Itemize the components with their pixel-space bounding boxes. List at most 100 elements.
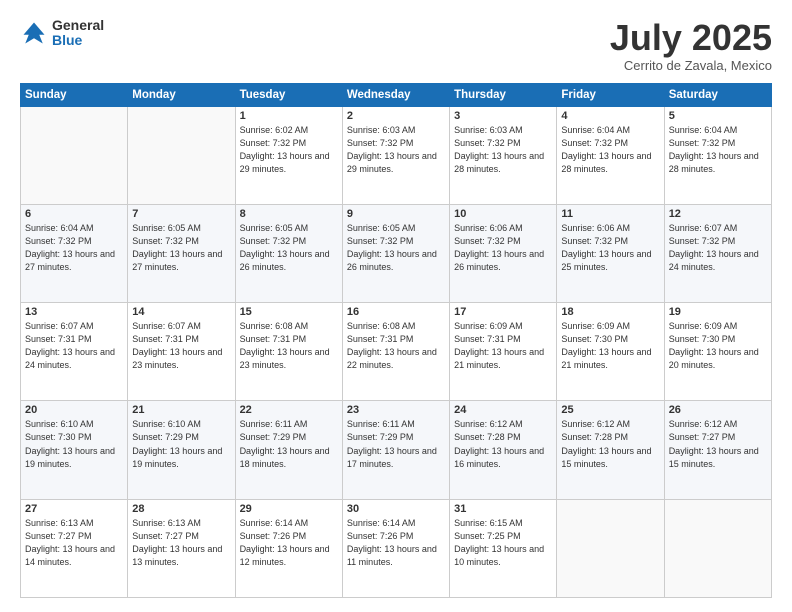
table-row: 3 Sunrise: 6:03 AMSunset: 7:32 PMDaylight… (450, 106, 557, 204)
table-row: 30 Sunrise: 6:14 AMSunset: 7:26 PMDayligh… (342, 499, 449, 597)
day-number: 20 (25, 404, 123, 416)
day-info: Sunrise: 6:05 AMSunset: 7:32 PMDaylight:… (240, 222, 338, 274)
table-row: 1 Sunrise: 6:02 AMSunset: 7:32 PMDaylight… (235, 106, 342, 204)
table-row: 21 Sunrise: 6:10 AMSunset: 7:29 PMDayligh… (128, 401, 235, 499)
logo-icon (20, 19, 48, 47)
day-info: Sunrise: 6:06 AMSunset: 7:32 PMDaylight:… (454, 222, 552, 274)
day-info: Sunrise: 6:05 AMSunset: 7:32 PMDaylight:… (347, 222, 445, 274)
day-info: Sunrise: 6:08 AMSunset: 7:31 PMDaylight:… (240, 320, 338, 372)
day-number: 28 (132, 503, 230, 515)
table-row: 6 Sunrise: 6:04 AMSunset: 7:32 PMDaylight… (21, 204, 128, 302)
day-number: 7 (132, 208, 230, 220)
table-row: 25 Sunrise: 6:12 AMSunset: 7:28 PMDayligh… (557, 401, 664, 499)
table-row: 5 Sunrise: 6:04 AMSunset: 7:32 PMDaylight… (664, 106, 771, 204)
day-info: Sunrise: 6:03 AMSunset: 7:32 PMDaylight:… (454, 124, 552, 176)
day-number: 16 (347, 306, 445, 318)
day-info: Sunrise: 6:09 AMSunset: 7:30 PMDaylight:… (561, 320, 659, 372)
day-number: 4 (561, 110, 659, 122)
day-number: 5 (669, 110, 767, 122)
day-number: 6 (25, 208, 123, 220)
day-info: Sunrise: 6:04 AMSunset: 7:32 PMDaylight:… (561, 124, 659, 176)
table-row: 19Sunrise: 6:09 AMSunset: 7:30 PMDayligh… (664, 303, 771, 401)
table-row: 7 Sunrise: 6:05 AMSunset: 7:32 PMDaylight… (128, 204, 235, 302)
month-title: July 2025 (610, 18, 772, 58)
header-tuesday: Tuesday (235, 83, 342, 106)
table-row: 13Sunrise: 6:07 AMSunset: 7:31 PMDayligh… (21, 303, 128, 401)
title-block: July 2025 Cerrito de Zavala, Mexico (610, 18, 772, 73)
header-thursday: Thursday (450, 83, 557, 106)
table-row: 29Sunrise: 6:14 AMSunset: 7:26 PMDayligh… (235, 499, 342, 597)
day-info: Sunrise: 6:04 AMSunset: 7:32 PMDaylight:… (25, 222, 123, 274)
day-info: Sunrise: 6:12 AMSunset: 7:28 PMDaylight:… (454, 418, 552, 470)
table-row: 9Sunrise: 6:05 AMSunset: 7:32 PMDaylight… (342, 204, 449, 302)
day-number: 2 (347, 110, 445, 122)
day-number: 12 (669, 208, 767, 220)
page: General Blue July 2025 Cerrito de Zavala… (0, 0, 792, 612)
day-number: 1 (240, 110, 338, 122)
calendar-week-row: 20 Sunrise: 6:10 AMSunset: 7:30 PMDayligh… (21, 401, 772, 499)
day-number: 10 (454, 208, 552, 220)
table-row: 23Sunrise: 6:11 AMSunset: 7:29 PMDayligh… (342, 401, 449, 499)
calendar-week-row: 27 Sunrise: 6:13 AMSunset: 7:27 PMDayligh… (21, 499, 772, 597)
day-number: 29 (240, 503, 338, 515)
day-number: 19 (669, 306, 767, 318)
table-row: 16 Sunrise: 6:08 AMSunset: 7:31 PMDayligh… (342, 303, 449, 401)
day-info: Sunrise: 6:07 AMSunset: 7:31 PMDaylight:… (132, 320, 230, 372)
day-number: 27 (25, 503, 123, 515)
table-row: 14Sunrise: 6:07 AMSunset: 7:31 PMDayligh… (128, 303, 235, 401)
day-number: 24 (454, 404, 552, 416)
day-number: 21 (132, 404, 230, 416)
day-info: Sunrise: 6:10 AMSunset: 7:29 PMDaylight:… (132, 418, 230, 470)
table-row: 2Sunrise: 6:03 AMSunset: 7:32 PMDaylight… (342, 106, 449, 204)
logo-general: General (52, 18, 104, 33)
table-row: 31Sunrise: 6:15 AMSunset: 7:25 PMDayligh… (450, 499, 557, 597)
logo-blue: Blue (52, 33, 104, 48)
day-number: 22 (240, 404, 338, 416)
day-number: 18 (561, 306, 659, 318)
day-info: Sunrise: 6:12 AMSunset: 7:27 PMDaylight:… (669, 418, 767, 470)
day-number: 17 (454, 306, 552, 318)
header-friday: Friday (557, 83, 664, 106)
day-info: Sunrise: 6:07 AMSunset: 7:32 PMDaylight:… (669, 222, 767, 274)
day-number: 31 (454, 503, 552, 515)
header-sunday: Sunday (21, 83, 128, 106)
table-row (128, 106, 235, 204)
day-info: Sunrise: 6:14 AMSunset: 7:26 PMDaylight:… (347, 517, 445, 569)
day-number: 23 (347, 404, 445, 416)
day-info: Sunrise: 6:08 AMSunset: 7:31 PMDaylight:… (347, 320, 445, 372)
table-row (664, 499, 771, 597)
table-row: 28 Sunrise: 6:13 AMSunset: 7:27 PMDayligh… (128, 499, 235, 597)
day-info: Sunrise: 6:09 AMSunset: 7:31 PMDaylight:… (454, 320, 552, 372)
day-number: 3 (454, 110, 552, 122)
header-saturday: Saturday (664, 83, 771, 106)
day-info: Sunrise: 6:13 AMSunset: 7:27 PMDaylight:… (132, 517, 230, 569)
table-row: 4 Sunrise: 6:04 AMSunset: 7:32 PMDaylight… (557, 106, 664, 204)
day-info: Sunrise: 6:06 AMSunset: 7:32 PMDaylight:… (561, 222, 659, 274)
calendar-table: Sunday Monday Tuesday Wednesday Thursday… (20, 83, 772, 598)
day-number: 15 (240, 306, 338, 318)
table-row (21, 106, 128, 204)
table-row: 20 Sunrise: 6:10 AMSunset: 7:30 PMDayligh… (21, 401, 128, 499)
day-number: 25 (561, 404, 659, 416)
day-info: Sunrise: 6:12 AMSunset: 7:28 PMDaylight:… (561, 418, 659, 470)
day-info: Sunrise: 6:07 AMSunset: 7:31 PMDaylight:… (25, 320, 123, 372)
calendar-week-row: 1 Sunrise: 6:02 AMSunset: 7:32 PMDaylight… (21, 106, 772, 204)
day-info: Sunrise: 6:02 AMSunset: 7:32 PMDaylight:… (240, 124, 338, 176)
table-row: 18 Sunrise: 6:09 AMSunset: 7:30 PMDayligh… (557, 303, 664, 401)
table-row: 11 Sunrise: 6:06 AMSunset: 7:32 PMDayligh… (557, 204, 664, 302)
day-info: Sunrise: 6:04 AMSunset: 7:32 PMDaylight:… (669, 124, 767, 176)
table-row: 15 Sunrise: 6:08 AMSunset: 7:31 PMDayligh… (235, 303, 342, 401)
table-row (557, 499, 664, 597)
day-number: 11 (561, 208, 659, 220)
table-row: 27 Sunrise: 6:13 AMSunset: 7:27 PMDayligh… (21, 499, 128, 597)
header-monday: Monday (128, 83, 235, 106)
day-info: Sunrise: 6:11 AMSunset: 7:29 PMDaylight:… (240, 418, 338, 470)
day-info: Sunrise: 6:05 AMSunset: 7:32 PMDaylight:… (132, 222, 230, 274)
day-info: Sunrise: 6:10 AMSunset: 7:30 PMDaylight:… (25, 418, 123, 470)
day-info: Sunrise: 6:13 AMSunset: 7:27 PMDaylight:… (25, 517, 123, 569)
day-number: 26 (669, 404, 767, 416)
table-row: 10 Sunrise: 6:06 AMSunset: 7:32 PMDayligh… (450, 204, 557, 302)
header: General Blue July 2025 Cerrito de Zavala… (20, 18, 772, 73)
day-number: 30 (347, 503, 445, 515)
calendar-week-row: 6 Sunrise: 6:04 AMSunset: 7:32 PMDaylight… (21, 204, 772, 302)
